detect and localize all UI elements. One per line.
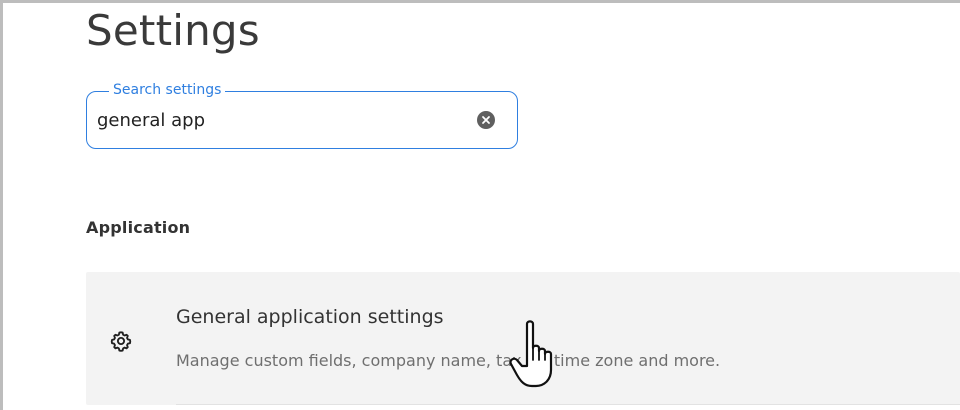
clear-circle-icon[interactable] (477, 111, 495, 129)
search-field[interactable]: Search settings (86, 82, 518, 149)
clear-x-glyph (482, 116, 490, 124)
result-title: General application settings (176, 306, 444, 328)
page-title: Settings (86, 6, 260, 55)
gear-icon (110, 331, 132, 352)
window-frame-left (0, 0, 3, 410)
result-item-general-application-settings[interactable]: General application settings Manage cust… (86, 272, 960, 405)
window-frame-top (0, 0, 960, 3)
row-divider (176, 404, 960, 405)
section-heading-application: Application (86, 218, 191, 237)
search-field-label: Search settings (109, 82, 226, 98)
search-input[interactable] (97, 107, 467, 133)
result-description: Manage custom fields, company name, tax … (176, 351, 721, 370)
